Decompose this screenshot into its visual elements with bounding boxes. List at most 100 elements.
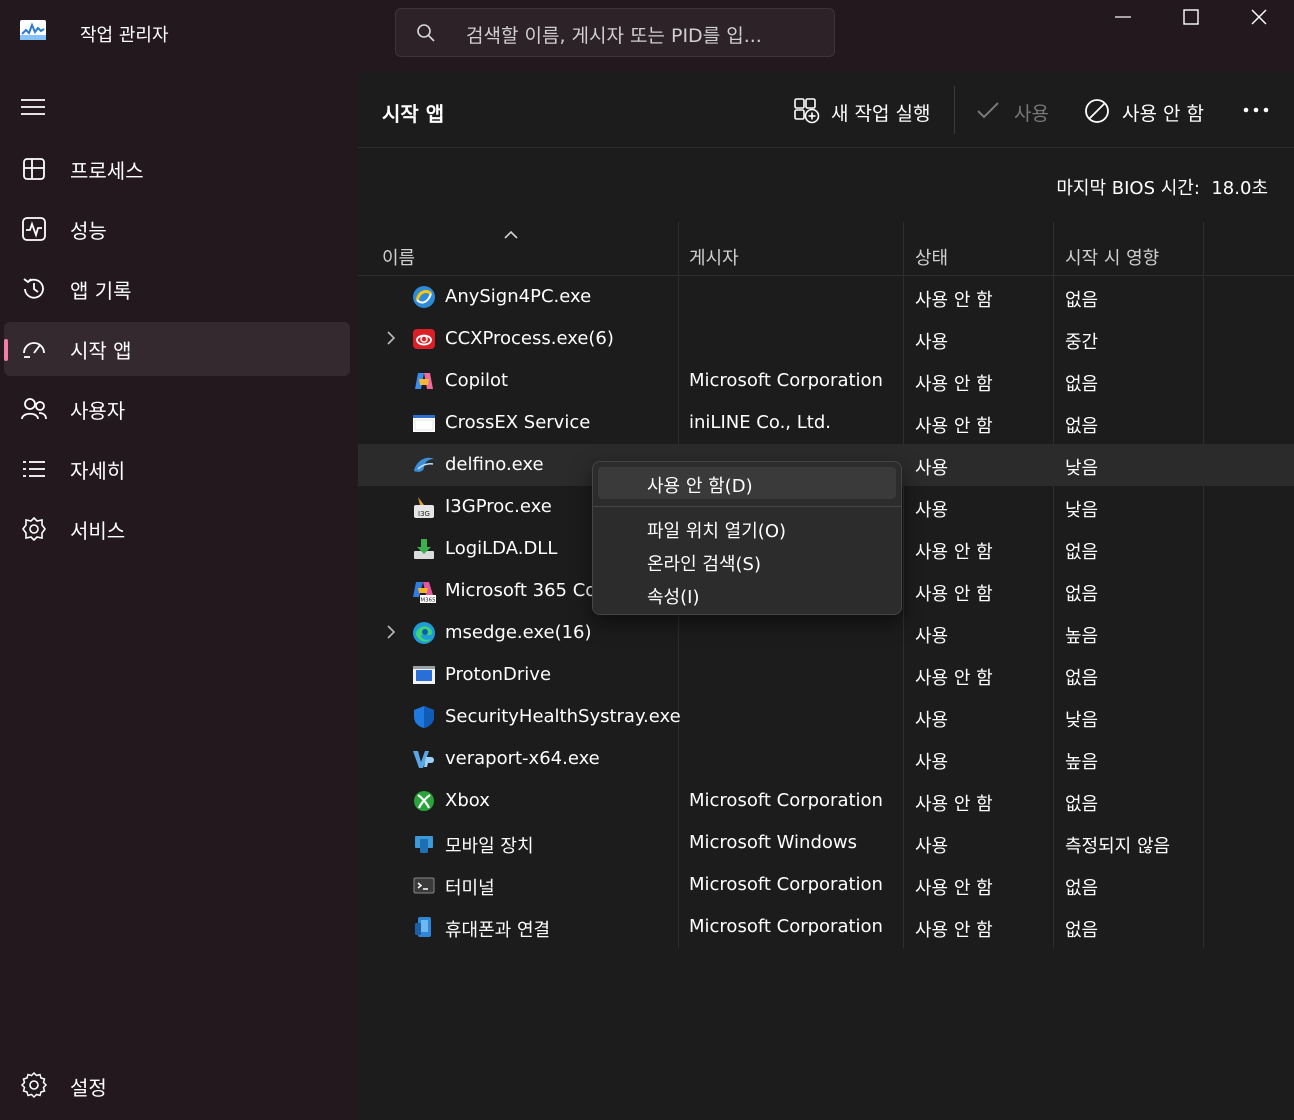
- column-header-impact[interactable]: 시작 시 영향: [1065, 244, 1159, 270]
- edge-icon: [413, 622, 435, 644]
- row-name: AnySign4PC.exe: [445, 286, 592, 307]
- row-name: 모바일 장치: [445, 836, 534, 857]
- row-impact: 측정되지 않음: [1065, 836, 1171, 857]
- more-options-button[interactable]: [1242, 86, 1274, 134]
- sidebar-item-settings[interactable]: 설정: [4, 1058, 350, 1112]
- sidebar-item-label: 사용자: [70, 399, 126, 423]
- row-impact: 없음: [1065, 290, 1099, 311]
- sidebar-item-label: 앱 기록: [70, 279, 132, 303]
- row-name: msedge.exe(16): [445, 622, 592, 643]
- row-publisher: iniLINE Co., Ltd.: [689, 412, 831, 433]
- maximize-icon: [1183, 9, 1199, 25]
- microsoft-365-copilot-icon: M365: [413, 582, 436, 604]
- column-header-publisher[interactable]: 게시자: [689, 244, 739, 270]
- row-status: 사용 안 함: [915, 878, 993, 899]
- xbox-icon: [414, 791, 434, 811]
- table-row[interactable]: veraport-x64.exe 사용 높음: [358, 738, 1294, 780]
- row-impact: 낮음: [1065, 500, 1099, 521]
- processes-icon: [23, 158, 45, 180]
- column-header-name[interactable]: 이름: [382, 244, 415, 270]
- row-status: 사용: [915, 458, 949, 479]
- context-menu-label: 사용 안 함(D): [647, 476, 753, 497]
- row-publisher: Microsoft Corporation: [689, 790, 883, 811]
- row-name: CCXProcess.exe(6): [445, 328, 614, 349]
- row-name: 터미널: [445, 878, 495, 899]
- startup-apps-icon: [23, 342, 45, 358]
- run-task-label: 새 작업 실행: [831, 103, 931, 125]
- phone-link-icon: [415, 917, 431, 937]
- search-box[interactable]: 검색할 이름, 게시자 또는 PID를 입...: [395, 8, 835, 57]
- row-name: Xbox: [445, 790, 490, 811]
- row-impact: 없음: [1065, 794, 1099, 815]
- table-row[interactable]: Copilot Microsoft Corporation 사용 안 함 없음: [358, 360, 1294, 402]
- row-impact: 높음: [1065, 752, 1099, 773]
- sidebar-item-processes[interactable]: 프로세스: [4, 142, 350, 196]
- row-status: 사용: [915, 752, 949, 773]
- context-menu-label: 파일 위치 열기(O): [647, 521, 787, 542]
- row-impact: 높음: [1065, 626, 1099, 647]
- chevron-right-icon[interactable]: [386, 330, 396, 346]
- row-publisher: Microsoft Corporation: [689, 370, 883, 391]
- sidebar-item-services[interactable]: 서비스: [4, 502, 350, 556]
- table-row[interactable]: SecurityHealthSystray.exe 사용 낮음: [358, 696, 1294, 738]
- performance-icon: [22, 217, 46, 241]
- table-row[interactable]: 휴대폰과 연결 Microsoft Corporation 사용 안 함 없음: [358, 906, 1294, 948]
- context-menu-disable[interactable]: 사용 안 함(D): [598, 467, 896, 499]
- context-menu: 사용 안 함(D) 파일 위치 열기(O) 온라인 검색(S) 속성(I): [592, 461, 902, 615]
- context-menu-separator: [593, 506, 901, 507]
- table-row[interactable]: 터미널 Microsoft Corporation 사용 안 함 없음: [358, 864, 1294, 906]
- sort-ascending-icon: [504, 230, 518, 239]
- checkmark-icon: [977, 102, 999, 119]
- table-row[interactable]: CCXProcess.exe(6) 사용 중간: [358, 318, 1294, 360]
- row-status: 사용 안 함: [915, 584, 993, 605]
- page-title: 시작 앱: [382, 102, 445, 126]
- table-row[interactable]: AnySign4PC.exe 사용 안 함 없음: [358, 276, 1294, 318]
- row-status: 사용 안 함: [915, 920, 993, 941]
- context-menu-properties[interactable]: 속성(I): [598, 578, 896, 610]
- gear-icon: [20, 1071, 48, 1099]
- table-row[interactable]: msedge.exe(16) 사용 높음: [358, 612, 1294, 654]
- minimize-button[interactable]: [1088, 0, 1158, 40]
- row-impact: 없음: [1065, 920, 1099, 941]
- i3g-icon: I3G: [414, 497, 434, 518]
- minimize-icon: [1115, 16, 1131, 18]
- close-button[interactable]: [1224, 0, 1294, 40]
- table-row[interactable]: 모바일 장치 Microsoft Windows 사용 측정되지 않음: [358, 822, 1294, 864]
- more-icon: [1243, 107, 1269, 113]
- enable-button[interactable]: 사용: [976, 86, 1056, 134]
- run-new-task-button[interactable]: 새 작업 실행: [794, 86, 944, 134]
- sidebar-item-users[interactable]: 사용자: [4, 382, 350, 436]
- svg-text:I3G: I3G: [418, 510, 430, 518]
- row-impact: 없음: [1065, 374, 1099, 395]
- svg-text:M365: M365: [420, 598, 436, 604]
- sidebar-item-label: 성능: [70, 219, 107, 243]
- enable-label: 사용: [1014, 103, 1049, 125]
- table-row[interactable]: CrossEX Service iniLINE Co., Ltd. 사용 안 함…: [358, 402, 1294, 444]
- sidebar-item-app-history[interactable]: 앱 기록: [4, 262, 350, 316]
- context-menu-open-file-location[interactable]: 파일 위치 열기(O): [598, 512, 896, 544]
- sidebar-item-performance[interactable]: 성능: [4, 202, 350, 256]
- run-task-icon: [794, 98, 820, 124]
- row-name: SecurityHealthSystray.exe: [445, 706, 681, 727]
- row-impact: 중간: [1065, 332, 1099, 353]
- row-impact: 없음: [1065, 542, 1099, 563]
- mobile-device-icon: [415, 836, 433, 853]
- row-name: CrossEX Service: [445, 412, 591, 433]
- sidebar-item-details[interactable]: 자세히: [4, 442, 350, 496]
- close-icon: [1251, 9, 1267, 25]
- disable-button[interactable]: 사용 안 함: [1084, 86, 1214, 134]
- maximize-button[interactable]: [1156, 0, 1226, 40]
- toolbar-divider: [954, 86, 955, 134]
- context-menu-search-online[interactable]: 온라인 검색(S): [598, 545, 896, 577]
- table-row[interactable]: ProtonDrive 사용 안 함 없음: [358, 654, 1294, 696]
- hamburger-menu-icon[interactable]: [20, 96, 46, 118]
- row-publisher: Microsoft Corporation: [689, 874, 883, 895]
- row-name: ProtonDrive: [445, 664, 552, 685]
- row-impact: 낮음: [1065, 710, 1099, 731]
- table-row[interactable]: Xbox Microsoft Corporation 사용 안 함 없음: [358, 780, 1294, 822]
- column-header-status[interactable]: 상태: [915, 244, 948, 270]
- sidebar-item-label: 프로세스: [70, 159, 144, 183]
- row-impact: 없음: [1065, 878, 1099, 899]
- sidebar-item-startup-apps[interactable]: 시작 앱: [4, 322, 350, 376]
- chevron-right-icon[interactable]: [386, 624, 396, 640]
